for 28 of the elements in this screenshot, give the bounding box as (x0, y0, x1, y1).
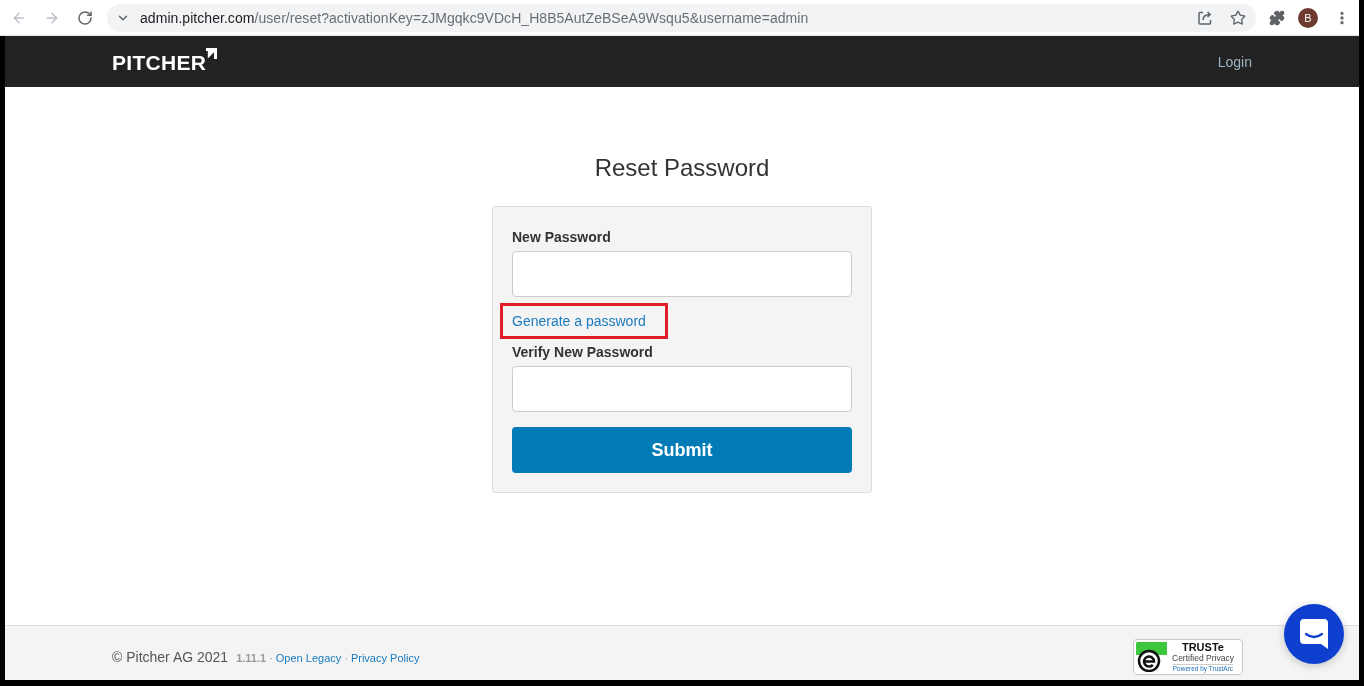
logo-link[interactable]: PITCHER (112, 50, 218, 75)
chat-bubble-icon (1300, 619, 1328, 649)
input-field[interactable] (512, 366, 852, 412)
version-text: 1.11.1 (236, 652, 267, 664)
reload-icon[interactable] (77, 9, 93, 26)
share-icon[interactable] (1197, 9, 1213, 26)
star-icon[interactable] (1230, 9, 1246, 26)
generate-password-link[interactable]: Generate a password (512, 312, 646, 331)
separator-dot: · (344, 652, 348, 664)
badge-logo-icon (1136, 642, 1169, 672)
address-bar[interactable]: admin.pitcher.com/user/reset?activationKey=zJMgqkc9VDcH_H8B5AutZeBSeA9Wsqu5&username=admin (107, 3, 1256, 32)
footer-link[interactable]: Open Legacy (275, 652, 342, 664)
page-title: Reset Password (594, 154, 770, 182)
puzzle-icon[interactable] (1269, 9, 1285, 26)
separator-dot: · (269, 652, 273, 664)
badge-subtitle: Certified Privacy (1172, 653, 1234, 662)
url-text: admin.pitcher.com/user/reset?activationKey=zJMgqkc9VDcH_H8B5AutZeBSeA9Wsqu5&username=admin (140, 9, 810, 26)
field-label: Verify New Password (512, 343, 654, 362)
badge-title: TRUSTe (1181, 641, 1224, 653)
input-field[interactable] (512, 251, 852, 297)
profile-avatar[interactable]: B (1298, 7, 1318, 28)
login-link[interactable]: Login (1217, 54, 1252, 70)
submit-button[interactable]: Submit (512, 427, 852, 473)
corner-arrow-icon (206, 47, 218, 59)
footer-link[interactable]: Privacy Policy (350, 652, 420, 664)
field-label: New Password (512, 228, 612, 247)
chat-button[interactable] (1284, 604, 1344, 664)
copyright-text: © Pitcher AG 2021 (112, 649, 229, 665)
